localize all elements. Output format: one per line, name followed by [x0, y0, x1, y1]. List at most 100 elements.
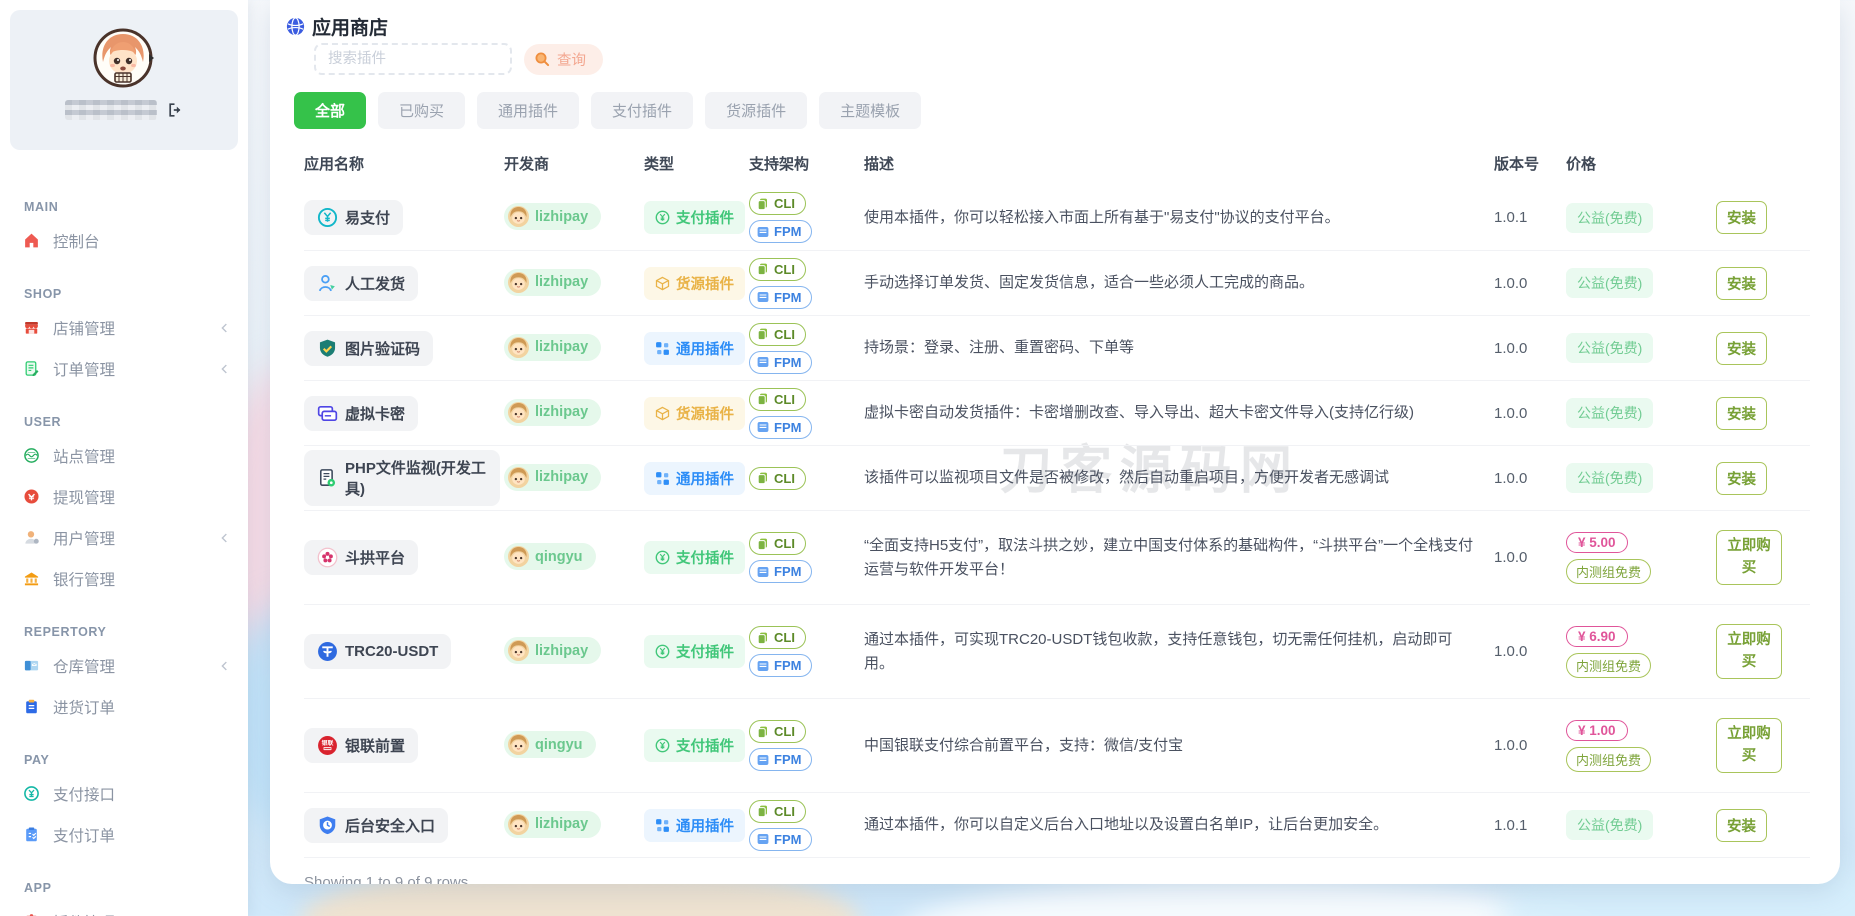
username-blurred	[65, 100, 157, 120]
fpm-icon	[756, 659, 770, 673]
manual-delivery-icon	[317, 273, 338, 294]
sidebar-item-bank-management[interactable]: 银行管理	[0, 558, 248, 599]
arch-badge-cli: CLI	[749, 466, 806, 490]
query-button[interactable]: 查询	[524, 43, 603, 75]
arch-cell: CLI FPM	[749, 257, 864, 309]
version-cell: 1.0.0	[1494, 549, 1528, 566]
arch-cell: CLI FPM	[749, 799, 864, 851]
sidebar-item-warehouse-management[interactable]: 仓库管理	[0, 645, 248, 686]
search-input[interactable]	[314, 43, 512, 75]
cli-icon	[756, 392, 770, 406]
dev-avatar-icon	[508, 401, 529, 423]
sidebar-item-label: 银行管理	[53, 571, 116, 589]
tab-supply-plugins[interactable]: 货源插件	[705, 92, 808, 129]
tab-payment-plugins[interactable]: 支付插件	[591, 92, 694, 129]
sidebar-item-label: 用户管理	[53, 530, 116, 548]
sidebar-item-user-management[interactable]: 用户管理	[0, 517, 248, 558]
price-free-badge: 公益(免费)	[1566, 202, 1654, 233]
install-button[interactable]: 安装	[1716, 396, 1767, 430]
sidebar-item-site-management[interactable]: 站点管理	[0, 435, 248, 476]
tab-all[interactable]: 全部	[294, 92, 367, 129]
type-badge: 货源插件	[644, 396, 745, 430]
sidebar-item-label: 进货订单	[53, 699, 116, 717]
version-cell: 1.0.1	[1494, 816, 1528, 834]
install-button[interactable]: 安装	[1716, 808, 1767, 842]
install-button[interactable]: 安装	[1716, 461, 1767, 495]
sidebar-item-order-management[interactable]: 订单管理	[0, 348, 248, 389]
type-general-icon	[655, 471, 670, 486]
sidebar-item-label: 支付接口	[53, 786, 116, 804]
buy-now-button[interactable]: 立即购买	[1716, 717, 1782, 774]
description-cell: 通过本插件，你可以自定义后台入口地址以及设置白名单IP，让后台更加安全。	[864, 816, 1389, 834]
arch-cell: CLI FPM	[749, 387, 864, 439]
price-cell: 公益(免费)	[1566, 333, 1716, 363]
purchase-icon	[23, 698, 40, 715]
dev-avatar-icon	[508, 546, 529, 567]
admin-shield-icon	[317, 815, 338, 836]
price-free-badge: 公益(免费)	[1566, 810, 1654, 840]
description-cell: 通过本插件，可实现TRC20-USDT钱包收款，支持任意钱包，切无需任何挂机，启…	[864, 631, 1453, 672]
arch-badge-fpm: FPM	[749, 827, 813, 851]
developer-badge: lizhipay	[504, 637, 602, 664]
sidebar-item-plugin-management[interactable]: 插件管理	[0, 901, 248, 916]
sidebar-item-payment-api[interactable]: 支付接口	[0, 773, 248, 814]
sidebar-item-dashboard[interactable]: 控制台	[0, 220, 248, 261]
site-icon	[23, 447, 40, 464]
type-general-icon	[655, 818, 670, 833]
nav-section-label-main: MAIN	[24, 200, 59, 214]
sidebar-item-label: 支付订单	[53, 827, 116, 845]
arch-badge-fpm: FPM	[749, 285, 813, 309]
developer-badge: lizhipay	[504, 268, 602, 296]
arch-badge-fpm: FPM	[749, 350, 813, 374]
sidebar-item-label: 插件管理	[53, 911, 232, 916]
sidebar-item-payment-orders[interactable]: 支付订单	[0, 814, 248, 855]
pay-api-icon	[23, 785, 40, 802]
type-pay-icon	[655, 644, 670, 659]
sidebar-item-purchase-orders[interactable]: 进货订单	[0, 686, 248, 727]
fpm-icon	[756, 753, 770, 767]
tab-purchased[interactable]: 已购买	[378, 92, 466, 129]
tab-theme-templates[interactable]: 主题模板	[819, 92, 922, 129]
column-header: 开发商	[504, 155, 550, 173]
arch-cell: CLI FPM	[749, 720, 864, 771]
install-button[interactable]: 安装	[1716, 266, 1767, 300]
price-beta-badge: 内测组免费	[1566, 558, 1652, 584]
home-icon	[23, 232, 40, 249]
arch-cell: CLI FPM	[749, 626, 864, 677]
install-button[interactable]: 安装	[1716, 331, 1767, 365]
arch-badge-cli: CLI	[749, 387, 806, 411]
arch-badge-cli: CLI	[749, 322, 806, 346]
table-row-image-captcha: 图片验证码 lizhipay 通用插件 CLI FPM 持场景：登录、注册、重置密码、下单…	[304, 315, 1810, 380]
arch-cell: CLI FPM	[749, 532, 864, 583]
cli-icon	[756, 327, 770, 341]
user-icon	[23, 529, 40, 546]
sidebar-item-shop-management[interactable]: 店铺管理	[0, 307, 248, 348]
price-cell: ¥ 6.90 内测组免费	[1566, 625, 1716, 678]
type-badge: 通用插件	[644, 808, 745, 842]
sidebar-item-label: 提现管理	[53, 489, 116, 507]
install-button[interactable]: 安装	[1716, 201, 1767, 234]
arch-badge-fpm: FPM	[749, 560, 813, 583]
cli-icon	[756, 262, 770, 276]
logout-icon[interactable]	[167, 102, 183, 118]
warehouse-icon	[23, 657, 40, 674]
arch-badge-cli: CLI	[749, 799, 806, 823]
unionpay-icon: 银联	[317, 735, 338, 756]
description-cell: 使用本插件，你可以轻松接入市面上所有基于"易支付"协议的支付平台。	[864, 208, 1340, 226]
sidebar-item-withdrawal-management[interactable]: 提现管理	[0, 476, 248, 517]
avatar	[93, 28, 155, 90]
description-cell: “全面支持H5支付”，取法斗拱之妙，建立中国支付体系的基础构件，“斗拱平台”一个…	[864, 537, 1474, 578]
buy-now-button[interactable]: 立即购买	[1716, 529, 1782, 586]
sidebar-item-label: 仓库管理	[53, 658, 116, 676]
arch-badge-cli: CLI	[749, 532, 806, 555]
buy-now-button[interactable]: 立即购买	[1716, 623, 1782, 680]
price-cell: ¥ 1.00 内测组免费	[1566, 719, 1716, 772]
version-cell: 1.0.0	[1494, 274, 1528, 292]
type-pay-icon	[655, 738, 670, 753]
cli-icon	[756, 725, 770, 739]
type-badge: 支付插件	[644, 729, 745, 762]
price-free-badge: 公益(免费)	[1566, 398, 1654, 428]
user-panel	[10, 10, 238, 150]
tab-general-plugins[interactable]: 通用插件	[477, 92, 580, 129]
price-cell: 公益(免费)	[1566, 810, 1716, 840]
